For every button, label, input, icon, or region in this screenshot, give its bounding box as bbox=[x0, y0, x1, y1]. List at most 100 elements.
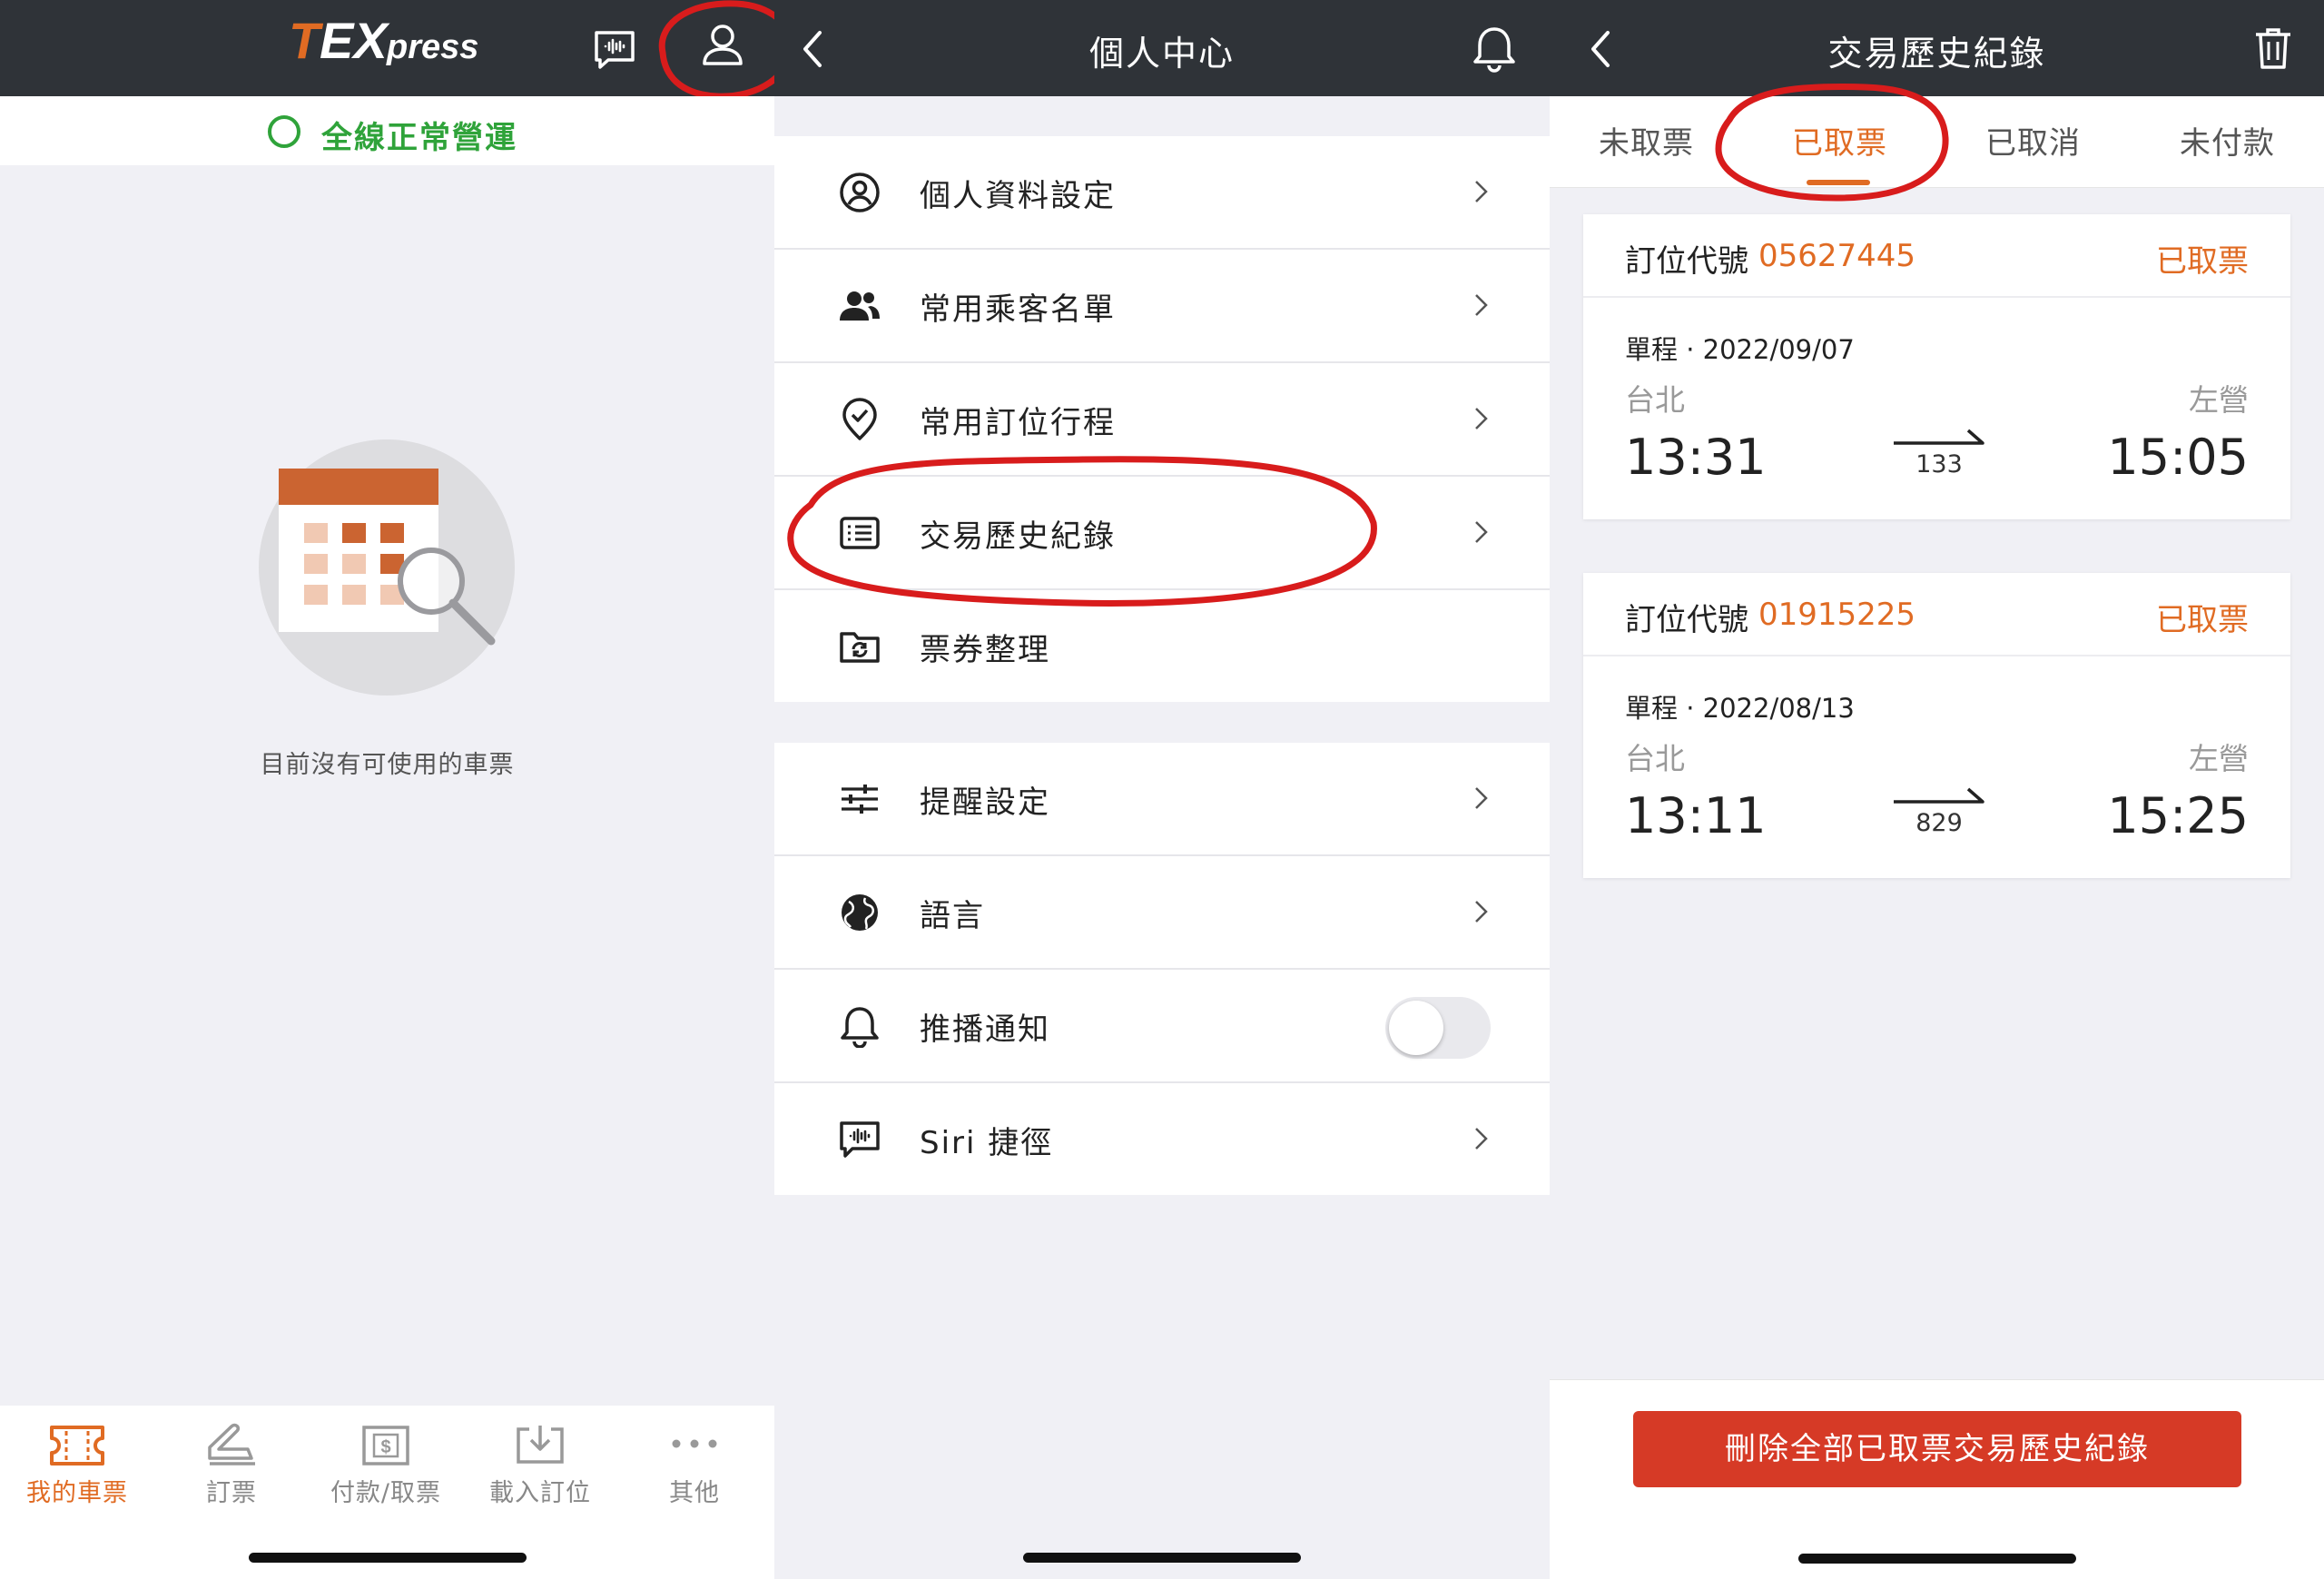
menu-item-frequent-passengers[interactable]: 常用乘客名單 bbox=[774, 250, 1550, 363]
trip-type-date: 單程 · 2022/08/13 bbox=[1625, 693, 1855, 724]
sliders-icon bbox=[838, 777, 881, 821]
menu-item-frequent-itineraries[interactable]: 常用訂位行程 bbox=[774, 363, 1550, 477]
home-indicator bbox=[248, 1553, 527, 1563]
menu-item-label: 推播通知 bbox=[920, 1012, 1050, 1048]
push-notification-toggle[interactable] bbox=[1385, 997, 1491, 1059]
train-number: 829 bbox=[1915, 809, 1963, 837]
tab-booking[interactable]: 訂票 bbox=[154, 1406, 309, 1542]
tab-load-booking[interactable]: 載入訂位 bbox=[463, 1406, 617, 1542]
chevron-right-icon bbox=[1472, 898, 1490, 925]
globe-icon bbox=[838, 891, 881, 934]
trash-icon[interactable] bbox=[2252, 25, 2294, 71]
menu-item-label: 交易歷史紀錄 bbox=[920, 518, 1116, 555]
menu-item-label: 個人資料設定 bbox=[920, 178, 1116, 214]
booking-card-header: 訂位代號 01915225 已取票 bbox=[1583, 573, 2290, 656]
chevron-right-icon bbox=[1472, 785, 1490, 812]
destination-station: 左營 bbox=[2189, 741, 2249, 776]
siri-icon bbox=[838, 1118, 881, 1161]
list-icon bbox=[838, 511, 881, 555]
toggle-knob bbox=[1389, 1001, 1443, 1055]
booking-status: 已取票 bbox=[2156, 243, 2249, 280]
bell-icon[interactable] bbox=[1472, 24, 1517, 73]
menu-item-siri-shortcuts[interactable]: Siri 捷徑 bbox=[774, 1083, 1550, 1195]
service-status-bar: 全線正常營運 bbox=[0, 96, 774, 165]
tab-more-label: 其他 bbox=[669, 1479, 720, 1507]
arrival-time: 15:25 bbox=[2107, 787, 2249, 844]
arrow-right-icon bbox=[1892, 784, 1986, 805]
train-number: 133 bbox=[1915, 450, 1963, 479]
menu-item-transaction-history[interactable]: 交易歷史紀錄 bbox=[774, 477, 1550, 590]
chevron-right-icon bbox=[1472, 178, 1490, 205]
booking-code: 01915225 bbox=[1758, 597, 1916, 633]
page-title: 個人中心 bbox=[1088, 34, 1235, 74]
active-tab-underline bbox=[1807, 180, 1870, 185]
tab-more[interactable]: 其他 bbox=[617, 1406, 772, 1542]
menu-item-profile-settings[interactable]: 個人資料設定 bbox=[774, 136, 1550, 250]
menu-item-language[interactable]: 語言 bbox=[774, 856, 1550, 970]
chevron-right-icon bbox=[1472, 291, 1490, 319]
delete-all-history-button[interactable]: 刪除全部已取票交易歷史紀錄 bbox=[1633, 1411, 2241, 1487]
booking-status: 已取票 bbox=[2156, 602, 2249, 638]
booking-card-header: 訂位代號 05627445 已取票 bbox=[1583, 214, 2290, 298]
my-tickets-screen: T EX press 全線正常營運 目前沒有可使用的車票 我的車票 訂票 $ 付… bbox=[0, 0, 774, 1579]
departure-time: 13:31 bbox=[1625, 429, 1767, 486]
origin-station: 台北 bbox=[1625, 741, 1685, 776]
menu-item-label: 提醒設定 bbox=[920, 785, 1050, 821]
svg-text:$: $ bbox=[380, 1437, 390, 1457]
menu-item-label: 票券整理 bbox=[920, 632, 1050, 668]
chevron-right-icon bbox=[1472, 1125, 1490, 1152]
page-title: 交易歷史紀錄 bbox=[1827, 34, 2046, 74]
siri-shortcut-icon[interactable] bbox=[592, 27, 637, 73]
texpress-logo: T EX press bbox=[289, 13, 507, 69]
menu-item-label: Siri 捷徑 bbox=[920, 1125, 1054, 1161]
menu-item-reminder-settings[interactable]: 提醒設定 bbox=[774, 743, 1550, 856]
empty-calendar-illustration bbox=[259, 439, 515, 696]
home-indicator bbox=[1023, 1553, 1301, 1563]
booking-card[interactable]: 訂位代號 05627445 已取票 單程 · 2022/09/07 台北 左營 … bbox=[1583, 214, 2290, 519]
tab-my-tickets[interactable]: 我的車票 bbox=[0, 1406, 154, 1542]
departure-time: 13:11 bbox=[1625, 787, 1767, 844]
trip-type-date: 單程 · 2022/09/07 bbox=[1625, 334, 1855, 365]
top-bar: T EX press bbox=[0, 0, 774, 100]
logo-press: press bbox=[386, 28, 478, 66]
menu-item-label: 常用訂位行程 bbox=[920, 405, 1116, 441]
menu-group-account: 個人資料設定 常用乘客名單 常用訂位行程 交易歷史紀錄 票券整理 bbox=[774, 136, 1550, 702]
destination-station: 左營 bbox=[2189, 382, 2249, 418]
bell-icon bbox=[838, 1004, 881, 1048]
booking-code-label: 訂位代號 bbox=[1625, 243, 1748, 280]
menu-group-settings: 提醒設定 語言 推播通知 Siri 捷徑 bbox=[774, 743, 1550, 1195]
personal-center-icon[interactable] bbox=[699, 22, 746, 69]
personal-center-screen: 個人中心 個人資料設定 常用乘客名單 常用訂位行程 交易歷史紀錄 票券整理 提醒… bbox=[774, 0, 1550, 1579]
arrow-right-icon bbox=[1892, 425, 1986, 447]
profile-icon bbox=[838, 171, 881, 214]
chevron-right-icon bbox=[1472, 405, 1490, 432]
pin-check-icon bbox=[838, 398, 881, 441]
ticket-status-tabs: 未取票 已取票 已取消 未付款 bbox=[1550, 96, 2324, 188]
bottom-action-area: 刪除全部已取票交易歷史紀錄 bbox=[1550, 1379, 2324, 1579]
tab-payment-pickup[interactable]: $ 付款/取票 bbox=[309, 1406, 463, 1542]
tab-picked-up[interactable]: 已取票 bbox=[1743, 118, 1936, 163]
booking-code-label: 訂位代號 bbox=[1625, 602, 1748, 638]
people-icon bbox=[838, 284, 881, 328]
menu-item-push-notifications: 推播通知 bbox=[774, 970, 1550, 1083]
top-bar: 交易歷史紀錄 bbox=[1550, 0, 2324, 96]
tab-booking-label: 訂票 bbox=[206, 1479, 257, 1507]
tab-unpaid[interactable]: 未付款 bbox=[2131, 118, 2324, 163]
tab-not-picked-up[interactable]: 未取票 bbox=[1550, 118, 1743, 163]
chevron-right-icon bbox=[1472, 518, 1490, 546]
menu-item-label: 語言 bbox=[920, 898, 985, 934]
transaction-history-screen: 交易歷史紀錄 未取票 已取票 已取消 未付款 訂位代號 05627445 已取票… bbox=[1550, 0, 2324, 1579]
no-tickets-message: 目前沒有可使用的車票 bbox=[260, 751, 515, 779]
menu-item-ticket-organize[interactable]: 票券整理 bbox=[774, 590, 1550, 702]
tab-cancelled[interactable]: 已取消 bbox=[1936, 118, 2130, 163]
folder-sync-icon bbox=[838, 625, 881, 668]
bottom-tab-bar: 我的車票 訂票 $ 付款/取票 載入訂位 其他 bbox=[0, 1406, 774, 1579]
logo-ex: EX bbox=[320, 13, 390, 69]
booking-card[interactable]: 訂位代號 01915225 已取票 單程 · 2022/08/13 台北 左營 … bbox=[1583, 573, 2290, 878]
origin-station: 台北 bbox=[1625, 382, 1685, 418]
booking-code: 05627445 bbox=[1758, 238, 1916, 274]
status-ok-icon bbox=[268, 115, 300, 148]
tab-payment-pickup-label: 付款/取票 bbox=[330, 1479, 442, 1507]
arrival-time: 15:05 bbox=[2107, 429, 2249, 486]
service-status-text: 全線正常營運 bbox=[321, 120, 517, 156]
